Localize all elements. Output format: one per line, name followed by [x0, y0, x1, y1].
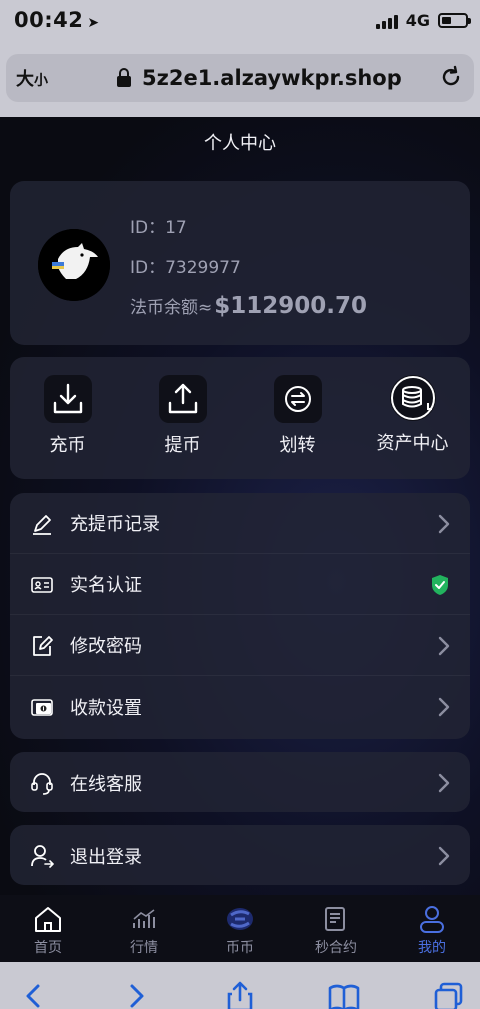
browser-toolbar: [0, 962, 480, 1009]
balance-row: 法币余额≈ $112900.70: [130, 293, 367, 319]
back-icon[interactable]: [16, 980, 50, 1009]
deposit-icon: [43, 375, 92, 423]
tab-home[interactable]: 首页: [0, 895, 96, 962]
chevron-right-icon: [438, 697, 450, 717]
home-icon: [35, 907, 61, 932]
chart-icon: [133, 909, 155, 928]
url-display[interactable]: 5z2e1.alzaywkpr.shop: [116, 66, 402, 90]
chevron-right-icon: [438, 514, 450, 534]
tab-market[interactable]: 行情: [96, 895, 192, 962]
text-size-button[interactable]: 大小: [16, 65, 48, 91]
menu-label: 修改密码: [70, 636, 142, 657]
id-card-icon: [31, 577, 53, 593]
tab-contract[interactable]: 秒合约: [288, 895, 384, 962]
menu-item-logout[interactable]: 退出登录: [10, 825, 470, 886]
tab-label: 首页: [34, 940, 62, 956]
tab-label: 我的: [418, 940, 446, 956]
action-label: 提币: [164, 435, 201, 456]
avatar-logo-icon: [38, 229, 110, 301]
reload-icon[interactable]: [438, 64, 464, 90]
action-transfer[interactable]: 划转: [240, 357, 355, 479]
share-icon[interactable]: [223, 980, 257, 1009]
profile-id-1: ID：17: [130, 218, 187, 238]
headset-icon: [31, 773, 53, 795]
menu-label: 退出登录: [70, 846, 142, 868]
settings-menu: 充提币记录 实名认证 修改密码 收款设置: [10, 493, 470, 739]
coin-swap-icon: [227, 908, 253, 930]
address-bar[interactable]: 大小 5z2e1.alzaywkpr.shop: [6, 54, 474, 102]
pen-icon: [33, 515, 51, 535]
support-card: 在线客服: [10, 752, 470, 812]
menu-item-records[interactable]: 充提币记录: [10, 493, 470, 554]
signal-icon: [375, 13, 398, 29]
tab-spot[interactable]: 币币: [192, 895, 288, 962]
tabs-icon[interactable]: [432, 980, 466, 1009]
quick-actions: 充币 提币 划转 资产中心: [10, 357, 470, 479]
transfer-icon: [273, 375, 322, 423]
chevron-right-icon: [438, 636, 450, 656]
forward-icon[interactable]: [120, 980, 154, 1009]
url-text: 5z2e1.alzaywkpr.shop: [142, 66, 402, 90]
withdraw-icon: [158, 375, 207, 423]
menu-label: 实名认证: [70, 575, 142, 596]
location-arrow-icon: ➤: [87, 15, 100, 31]
action-withdraw[interactable]: 提币: [125, 357, 240, 479]
app-content: 个人中心 ID：17 ID：7329977 法币余额≈ $112900.70 充…: [0, 117, 480, 962]
profile-card: ID：17 ID：7329977 法币余额≈ $112900.70: [10, 181, 470, 345]
menu-item-support[interactable]: 在线客服: [10, 752, 470, 813]
battery-icon: [438, 13, 471, 28]
menu-item-password[interactable]: 修改密码: [10, 615, 470, 676]
menu-item-payment[interactable]: 收款设置: [10, 676, 470, 737]
tab-mine[interactable]: 我的: [384, 895, 480, 962]
status-time: 00:42 ➤: [14, 8, 100, 32]
wallet-icon: [31, 699, 53, 716]
action-label: 充币: [49, 435, 86, 456]
lock-icon: [117, 68, 131, 87]
logout-card: 退出登录: [10, 825, 470, 885]
clock-text: 00:42: [14, 8, 84, 32]
menu-label: 在线客服: [70, 773, 142, 795]
assets-icon: [389, 375, 436, 421]
page-title: 个人中心: [204, 133, 276, 154]
menu-item-verification[interactable]: 实名认证: [10, 554, 470, 615]
tab-label: 币币: [226, 940, 254, 956]
verified-shield-icon: [432, 575, 448, 595]
menu-label: 充提币记录: [70, 514, 160, 535]
balance-value: $112900.70: [214, 293, 368, 319]
tab-label: 行情: [130, 940, 158, 956]
bottom-tab-bar: 首页 行情 币币 秒合约 我的: [0, 895, 480, 962]
avatar[interactable]: [38, 229, 110, 301]
text-size-large: 大: [16, 69, 34, 90]
text-size-small: 小: [34, 73, 48, 89]
contract-icon: [325, 907, 345, 931]
profile-info: ID：17 ID：7329977 法币余额≈ $112900.70: [130, 213, 367, 334]
tab-label: 秒合约: [315, 940, 357, 956]
edit-icon: [33, 636, 53, 656]
status-bar: 00:42 ➤ 4G: [0, 0, 480, 44]
network-type: 4G: [405, 11, 430, 30]
chevron-right-icon: [438, 773, 450, 793]
profile-icon: [420, 906, 444, 933]
balance-label: 法币余额≈: [130, 298, 213, 318]
profile-id-2: ID：7329977: [130, 258, 241, 278]
status-indicators: 4G: [375, 11, 471, 30]
chevron-right-icon: [438, 846, 450, 866]
action-assets[interactable]: 资产中心: [355, 357, 470, 479]
bookmarks-icon[interactable]: [327, 980, 361, 1009]
user-logout-icon: [31, 845, 54, 868]
browser-top-chrome: 00:42 ➤ 4G 大小 5z2e1.alzaywkpr.shop: [0, 0, 480, 117]
menu-label: 收款设置: [70, 697, 142, 719]
action-deposit[interactable]: 充币: [10, 357, 125, 479]
action-label: 划转: [279, 435, 316, 456]
action-label: 资产中心: [376, 433, 449, 454]
